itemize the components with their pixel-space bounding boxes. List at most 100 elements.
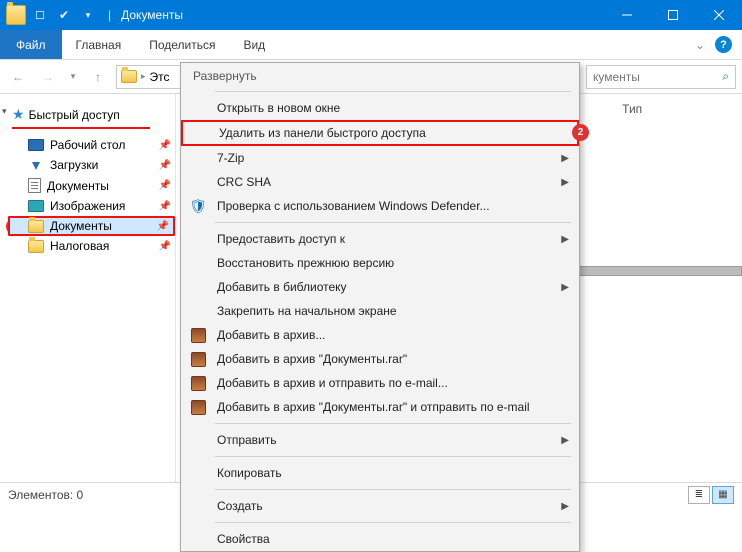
folder-icon — [28, 240, 44, 253]
menu-label: Предоставить доступ к — [217, 232, 345, 246]
menu-label: Добавить в архив "Документы.rar" и отпра… — [217, 400, 530, 414]
sidebar-item-label: Документы — [47, 179, 109, 193]
properties-icon[interactable]: ☐ — [30, 5, 50, 25]
menu-create[interactable]: Создать▶ — [181, 494, 579, 518]
maximize-button[interactable] — [650, 0, 696, 30]
sidebar-item-desktop[interactable]: Рабочий стол 📌 — [8, 135, 175, 155]
view-icons-button[interactable]: ▦ — [712, 486, 734, 504]
menu-crc-sha[interactable]: CRC SHA ▶ — [181, 170, 579, 194]
submenu-arrow-icon: ▶ — [561, 501, 569, 512]
menu-label: Свойства — [217, 532, 270, 546]
minimize-icon — [622, 10, 632, 20]
folder-icon — [121, 70, 137, 83]
sidebar-item-label: Изображения — [50, 199, 125, 213]
callout-badge-2: 2 — [572, 124, 589, 141]
recent-dropdown[interactable]: ▾ — [66, 65, 80, 89]
menu-defender[interactable]: 🛡 Проверка с использованием Windows Defen… — [181, 194, 579, 218]
close-button[interactable] — [696, 0, 742, 30]
sidebar-item-tax[interactable]: Налоговая 📌 — [8, 236, 175, 256]
menu-add-archive[interactable]: Добавить в архив... — [181, 323, 579, 347]
title-bar: ☐ ✔ ▾ | Документы — [0, 0, 742, 30]
star-icon: ★ — [12, 106, 25, 123]
tab-share[interactable]: Поделиться — [135, 30, 229, 59]
menu-copy[interactable]: Копировать — [181, 461, 579, 485]
submenu-arrow-icon: ▶ — [561, 153, 569, 164]
menu-label: Проверка с использованием Windows Defend… — [217, 199, 490, 213]
quick-access-header[interactable]: ★ Быстрый доступ — [12, 104, 150, 129]
sidebar-item-pictures[interactable]: Изображения 📌 — [8, 196, 175, 216]
back-button[interactable]: ← — [6, 65, 30, 89]
menu-pin-start[interactable]: Закрепить на начальном экране — [181, 299, 579, 323]
menu-open-new-window[interactable]: Открыть в новом окне — [181, 96, 579, 120]
close-icon — [714, 10, 724, 20]
menu-label: Отправить — [217, 433, 277, 447]
quick-access-list: Рабочий стол 📌 Загрузки 📌 Документы 📌 Из… — [8, 129, 175, 256]
pin-icon: 📌 — [157, 221, 169, 232]
separator — [215, 423, 571, 424]
desktop-icon — [28, 139, 44, 151]
tab-home[interactable]: Главная — [62, 30, 136, 59]
menu-remove-quick-access[interactable]: Удалить из панели быстрого доступа — [181, 120, 579, 146]
caption-buttons — [604, 0, 742, 30]
separator — [215, 222, 571, 223]
column-label: Тип — [622, 102, 642, 116]
sidebar-item-label: Налоговая — [50, 239, 109, 253]
search-icon[interactable]: ⌕ — [722, 69, 729, 84]
menu-restore[interactable]: Восстановить прежнюю версию — [181, 251, 579, 275]
chevron-down-icon[interactable]: ⌄ — [695, 38, 705, 52]
sidebar-item-documents-selected[interactable]: Документы 📌 — [8, 216, 175, 236]
qat-dropdown-icon[interactable]: ▾ — [78, 5, 98, 25]
menu-label: CRC SHA — [217, 175, 271, 189]
context-menu: Развернуть Открыть в новом окне Удалить … — [180, 62, 580, 552]
menu-library[interactable]: Добавить в библиотеку▶ — [181, 275, 579, 299]
menu-label: Добавить в библиотеку — [217, 280, 347, 294]
ribbon-help: ⌄ ? — [695, 30, 742, 59]
pin-icon: 📌 — [159, 140, 171, 151]
sidebar-item-downloads[interactable]: Загрузки 📌 — [8, 155, 175, 175]
folder-icon — [6, 5, 26, 25]
view-details-button[interactable]: ≣ — [688, 486, 710, 504]
shield-icon: 🛡 — [189, 197, 207, 215]
pin-icon: 📌 — [159, 180, 171, 191]
submenu-arrow-icon: ▶ — [561, 234, 569, 245]
menu-share[interactable]: Предоставить доступ к ▶ — [181, 227, 579, 251]
menu-label: Копировать — [217, 466, 282, 480]
pin-icon: 📌 — [159, 160, 171, 171]
menu-send-to[interactable]: Отправить ▶ — [181, 428, 579, 452]
check-icon[interactable]: ✔ — [54, 5, 74, 25]
folder-icon — [28, 220, 44, 233]
tab-file[interactable]: Файл — [0, 30, 62, 59]
search-box[interactable]: ⌕ — [586, 65, 736, 89]
archive-icon — [189, 350, 207, 368]
search-input[interactable] — [593, 70, 703, 84]
separator — [215, 522, 571, 523]
sidebar-item-label: Рабочий стол — [50, 138, 125, 152]
sidebar-item-label: Загрузки — [50, 158, 98, 172]
menu-label: Добавить в архив "Документы.rar" — [217, 352, 407, 366]
submenu-arrow-icon: ▶ — [561, 435, 569, 446]
minimize-button[interactable] — [604, 0, 650, 30]
menu-properties[interactable]: Свойства — [181, 527, 579, 551]
context-menu-header[interactable]: Развернуть — [181, 63, 579, 87]
menu-label: 7-Zip — [217, 151, 244, 165]
status-item-count: Элементов: 0 — [8, 488, 83, 502]
menu-add-archive-rar[interactable]: Добавить в архив "Документы.rar" — [181, 347, 579, 371]
column-type[interactable]: Тип — [622, 102, 642, 116]
tab-view[interactable]: Вид — [229, 30, 279, 59]
sidebar-item-documents[interactable]: Документы 📌 — [8, 175, 175, 196]
menu-label: Закрепить на начальном экране — [217, 304, 397, 318]
up-button[interactable]: ↑ — [86, 65, 110, 89]
menu-add-archive-rar-email[interactable]: Добавить в архив "Документы.rar" и отпра… — [181, 395, 579, 419]
menu-7zip[interactable]: 7-Zip ▶ — [181, 146, 579, 170]
separator — [215, 456, 571, 457]
menu-add-archive-email[interactable]: Добавить в архив и отправить по e-mail..… — [181, 371, 579, 395]
menu-label: Добавить в архив... — [217, 328, 325, 342]
help-icon[interactable]: ? — [715, 36, 732, 53]
scrollbar-horizontal[interactable] — [572, 266, 742, 276]
ribbon-tabs: Файл Главная Поделиться Вид ⌄ ? — [0, 30, 742, 60]
menu-label: Добавить в архив и отправить по e-mail..… — [217, 376, 448, 390]
pin-icon: 📌 — [159, 241, 171, 252]
chevron-down-icon[interactable]: ▾ — [2, 106, 7, 117]
submenu-arrow-icon: ▶ — [561, 177, 569, 188]
forward-button[interactable]: → — [36, 65, 60, 89]
